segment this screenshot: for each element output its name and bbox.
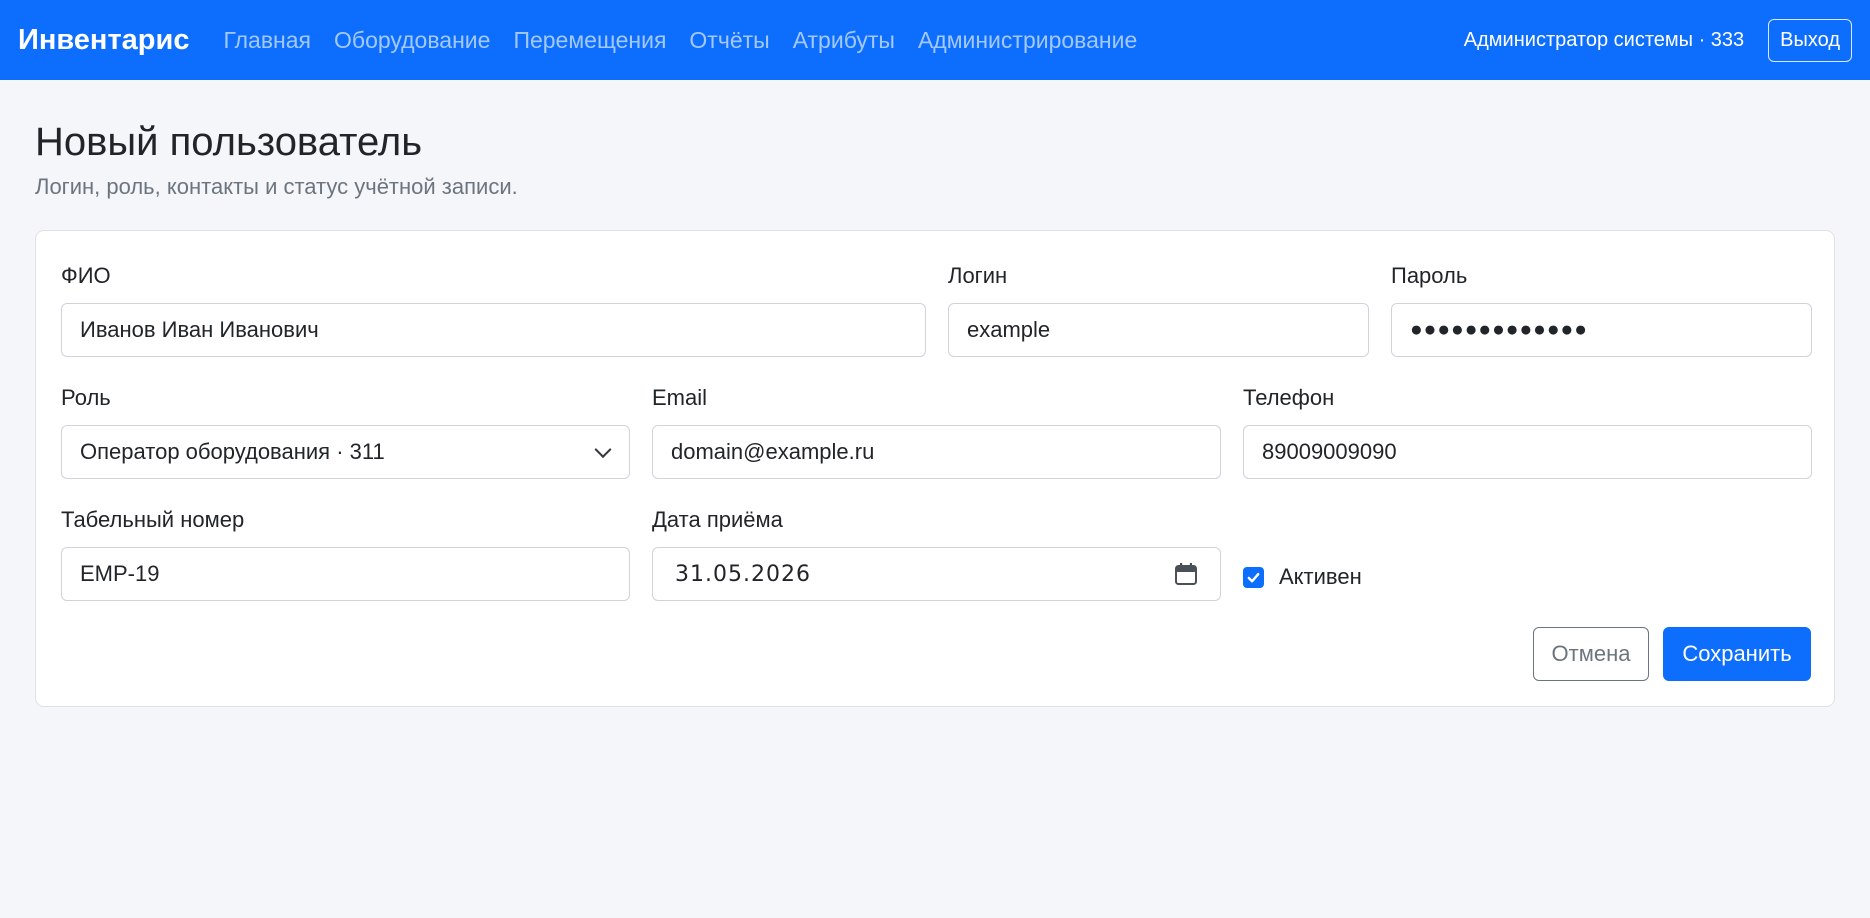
nav-item-reports[interactable]: Отчёты (689, 27, 769, 54)
employee-id-group: Табельный номер EMP-19 (61, 505, 630, 601)
full-name-group: ФИО Иванов Иван Иванович (61, 261, 926, 357)
phone-group: Телефон 89009009090 (1243, 383, 1812, 479)
current-user-name: Администратор системы · 333 (1463, 28, 1745, 51)
full-name-label: ФИО (61, 263, 111, 288)
user-area: Администратор системы · 333 Выход (1463, 18, 1852, 62)
cancel-button[interactable]: Отмена (1533, 627, 1649, 681)
email-value: domain@example.ru (671, 439, 875, 464)
full-name-value: Иванов Иван Иванович (80, 317, 319, 342)
chevron-down-icon (594, 441, 612, 459)
email-group: Email domain@example.ru (652, 383, 1221, 479)
password-group: Пароль ●●●●●●●●●●●●● (1391, 261, 1812, 357)
email-input[interactable]: domain@example.ru (652, 425, 1221, 479)
page-title: Новый пользователь (35, 120, 423, 164)
page-subtitle: Логин, роль, контакты и статус учётной з… (35, 174, 518, 199)
top-navbar: Инвентарис Главная Оборудование Перемеще… (0, 0, 1870, 80)
role-label: Роль (61, 385, 111, 410)
full-name-input[interactable]: Иванов Иван Иванович (61, 303, 926, 357)
role-group: Роль Оператор оборудования · 311 (61, 383, 630, 479)
user-form-card: ФИО Иванов Иван Иванович Логин example П… (35, 230, 1835, 707)
hire-date-label: Дата приёма (652, 507, 783, 532)
phone-value: 89009009090 (1262, 439, 1397, 464)
employee-id-label: Табельный номер (61, 507, 245, 532)
password-label: Пароль (1391, 263, 1468, 288)
checkmark-icon (1247, 572, 1260, 582)
employee-id-value: EMP-19 (80, 561, 160, 586)
phone-input[interactable]: 89009009090 (1243, 425, 1812, 479)
logout-button[interactable]: Выход (1768, 18, 1852, 62)
role-select[interactable]: Оператор оборудования · 311 (61, 425, 630, 479)
login-group: Логин example (948, 261, 1369, 357)
login-value: example (967, 317, 1051, 342)
calendar-icon[interactable] (1174, 562, 1198, 586)
active-checkbox-label: Активен (1279, 564, 1362, 589)
phone-label: Телефон (1243, 385, 1335, 410)
nav-item-transfers[interactable]: Перемещения (513, 27, 666, 54)
hire-date-group: Дата приёма 31.05.2026 (652, 505, 1221, 601)
nav-item-attributes[interactable]: Атрибуты (793, 27, 895, 54)
nav-item-home[interactable]: Главная (223, 27, 311, 54)
role-value: Оператор оборудования · 311 (80, 439, 385, 464)
email-label: Email (652, 385, 708, 410)
main-content: Новый пользователь Логин, роль, контакты… (0, 80, 1870, 707)
hire-date-input[interactable]: 31.05.2026 (652, 547, 1221, 601)
password-value: ●●●●●●●●●●●●● (1410, 318, 1588, 341)
main-nav: Главная Оборудование Перемещения Отчёты … (223, 27, 1160, 54)
login-input[interactable]: example (948, 303, 1369, 357)
password-input[interactable]: ●●●●●●●●●●●●● (1391, 303, 1812, 357)
active-checkbox[interactable] (1243, 566, 1264, 588)
login-label: Логин (948, 263, 1008, 288)
app-brand[interactable]: Инвентарис (18, 24, 189, 57)
hire-date-value: 31.05.2026 (675, 561, 811, 587)
save-button[interactable]: Сохранить (1663, 627, 1811, 681)
employee-id-input[interactable]: EMP-19 (61, 547, 630, 601)
nav-item-administration[interactable]: Администрирование (918, 27, 1137, 54)
nav-item-equipment[interactable]: Оборудование (334, 27, 490, 54)
active-checkbox-group[interactable]: Активен (1243, 564, 1362, 590)
